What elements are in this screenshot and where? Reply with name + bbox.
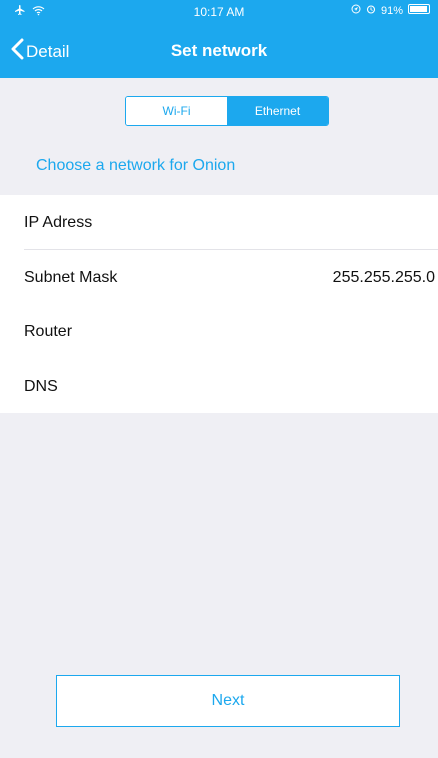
next-button[interactable]: Next [56,675,400,727]
battery-percentage: 91% [380,4,403,17]
ip-address-label: IP Adress [24,214,93,231]
subnet-mask-row[interactable]: Subnet Mask 255.255.255.0 [0,250,438,305]
location-icon [351,4,361,17]
battery-icon [408,4,430,17]
router-label: Router [24,323,73,340]
status-bar: 10:17 AM 91% [0,0,438,24]
ip-address-row[interactable]: IP Adress [0,195,438,250]
page-title: Set network [170,41,268,60]
router-row[interactable]: Router [0,304,438,359]
status-right: 91% [351,4,430,17]
dns-label: DNS [24,377,58,395]
segment-ethernet[interactable]: Ethernet [227,97,328,125]
navigation-bar: Detail Set network [0,24,438,78]
network-type-segmented-control: Wi-Fi Ethernet [125,96,329,126]
alarm-icon [366,4,376,17]
section-header: Choose a network for Onion [36,157,236,174]
subnet-mask-value: 255.255.255.0 [332,268,435,286]
dns-row[interactable]: DNS [0,359,438,414]
network-settings-list: IP Adress Subnet Mask 255.255.255.0 Rout… [0,195,438,413]
subnet-mask-label: Subnet Mask [24,268,118,286]
segment-wifi[interactable]: Wi-Fi [126,97,227,125]
